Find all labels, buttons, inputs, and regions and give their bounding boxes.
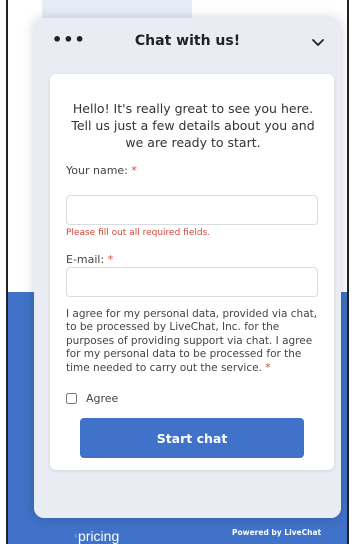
required-marker: *: [107, 253, 114, 266]
agree-label: Agree: [86, 392, 119, 405]
start-chat-button[interactable]: Start chat: [80, 418, 304, 458]
email-label-text: E-mail:: [66, 253, 105, 266]
required-marker: *: [265, 361, 271, 374]
welcome-message: Hello! It's really great to see you here…: [71, 101, 315, 150]
name-label-text: Your name:: [66, 164, 128, 177]
required-marker: *: [131, 164, 137, 177]
chat-title: Chat with us!: [134, 33, 241, 49]
name-input[interactable]: [66, 195, 318, 225]
email-input[interactable]: [66, 267, 318, 297]
powered-by-link[interactable]: Powered by LiveChat: [232, 528, 321, 537]
agree-checkbox[interactable]: [66, 393, 77, 404]
prechat-form: Hello! It's really great to see you here…: [50, 74, 334, 470]
consent-text-body: I agree for my personal data, provided v…: [66, 308, 318, 374]
consent-text: I agree for my personal data, provided v…: [66, 308, 324, 375]
error-message: Please fill out all required fields.: [66, 228, 211, 238]
chat-header: ••• Chat with us!: [34, 18, 341, 66]
chevron-down-icon[interactable]: [310, 34, 326, 50]
chat-widget: ••• Chat with us! Hello! It's really gre…: [34, 18, 341, 518]
name-label: Your name: *: [66, 164, 137, 177]
email-label: E-mail: *: [66, 253, 113, 266]
background-link-pricing[interactable]: pricing: [78, 528, 119, 544]
